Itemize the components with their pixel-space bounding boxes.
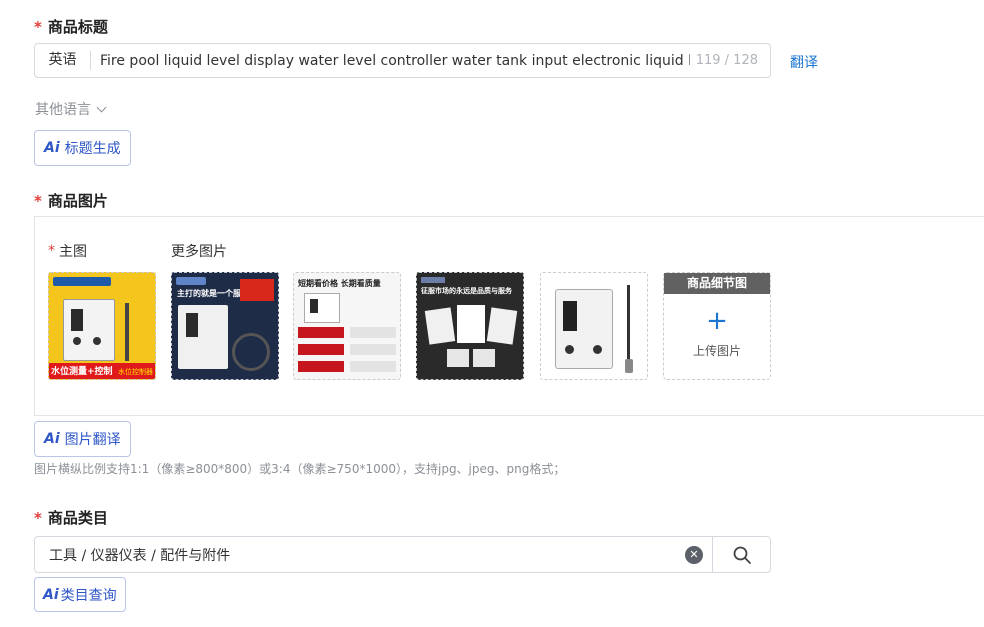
ai-category-query-label: 类目查询 (60, 587, 117, 604)
thumbnail-caption: 短期看价格 长期看质量 (298, 279, 381, 288)
main-image-thumbnail[interactable]: 水位测量+控制 水位控制器 (48, 272, 156, 380)
language-select[interactable]: 英语 (35, 51, 91, 70)
image-hint: 图片横纵比例支持1:1（像素≥800*800）或3:4（像素≥750*1000）… (34, 462, 566, 476)
product-title-label-text: 商品标题 (47, 18, 108, 36)
clear-icon[interactable]: ✕ (685, 545, 703, 564)
product-category-label-text: 商品类目 (47, 509, 108, 527)
chevron-down-icon (96, 102, 107, 112)
required-mark: * (48, 243, 55, 259)
product-title-label: * 商品标题 (34, 16, 108, 37)
search-button[interactable] (712, 537, 770, 572)
upload-detail-image[interactable]: 商品细节图 + 上传图片 (663, 272, 771, 380)
translate-link[interactable]: 翻译 (790, 52, 818, 72)
product-images-label: * 商品图片 (34, 190, 108, 211)
upload-label: 上传图片 (692, 344, 741, 358)
category-value[interactable]: 工具 / 仪器仪表 / 配件与附件 (35, 545, 685, 565)
required-mark: * (34, 508, 42, 527)
category-input[interactable]: 工具 / 仪器仪表 / 配件与附件 ✕ (34, 536, 771, 573)
thumbnail-caption: 征服市场的永远是品质与服务 (421, 287, 512, 295)
ai-title-generate-label: 标题生成 (64, 141, 121, 157)
required-mark: * (34, 191, 42, 210)
ai-title-generate-button[interactable]: Ai 标题生成 (34, 130, 131, 166)
char-count: 119 / 128 (695, 53, 758, 68)
ai-icon: Ai (44, 431, 60, 447)
more-images-label-text: 更多图片 (171, 244, 227, 260)
thumbnail-caption: 水位测量+控制 (51, 367, 113, 377)
more-image-thumbnail[interactable] (540, 272, 648, 380)
ai-image-translate-label: 图片翻译 (64, 432, 121, 448)
product-title-input[interactable]: 英语 Fire pool liquid level display water … (34, 43, 771, 78)
main-image-label: * 主图 (48, 241, 87, 261)
plus-icon: + (706, 306, 728, 336)
more-image-thumbnail[interactable]: 短期看价格 长期看质量 (293, 272, 401, 380)
product-images-label-text: 商品图片 (47, 192, 108, 210)
product-category-label: * 商品类目 (34, 507, 108, 528)
ai-icon: Ai (44, 140, 60, 156)
required-mark: * (34, 17, 42, 36)
ai-image-translate-button[interactable]: Ai 图片翻译 (34, 421, 131, 457)
upload-header: 商品细节图 (664, 273, 770, 294)
thumbnail-caption-secondary: 水位控制器 (118, 368, 153, 376)
more-images-label: 更多图片 (171, 241, 227, 261)
product-title-value[interactable]: Fire pool liquid level display water lev… (91, 53, 690, 69)
more-image-thumbnail[interactable]: 征服市场的永远是品质与服务 (416, 272, 524, 380)
more-image-thumbnail[interactable]: 主打的就是一个服务好 (171, 272, 279, 380)
other-languages-toggle[interactable]: 其他语言 (35, 99, 107, 119)
search-icon (733, 546, 751, 564)
ai-icon: Ai (43, 586, 59, 603)
ai-category-query-button[interactable]: Ai 类目查询 (34, 577, 126, 612)
other-languages-label: 其他语言 (35, 102, 91, 118)
main-image-label-text: 主图 (59, 244, 87, 260)
